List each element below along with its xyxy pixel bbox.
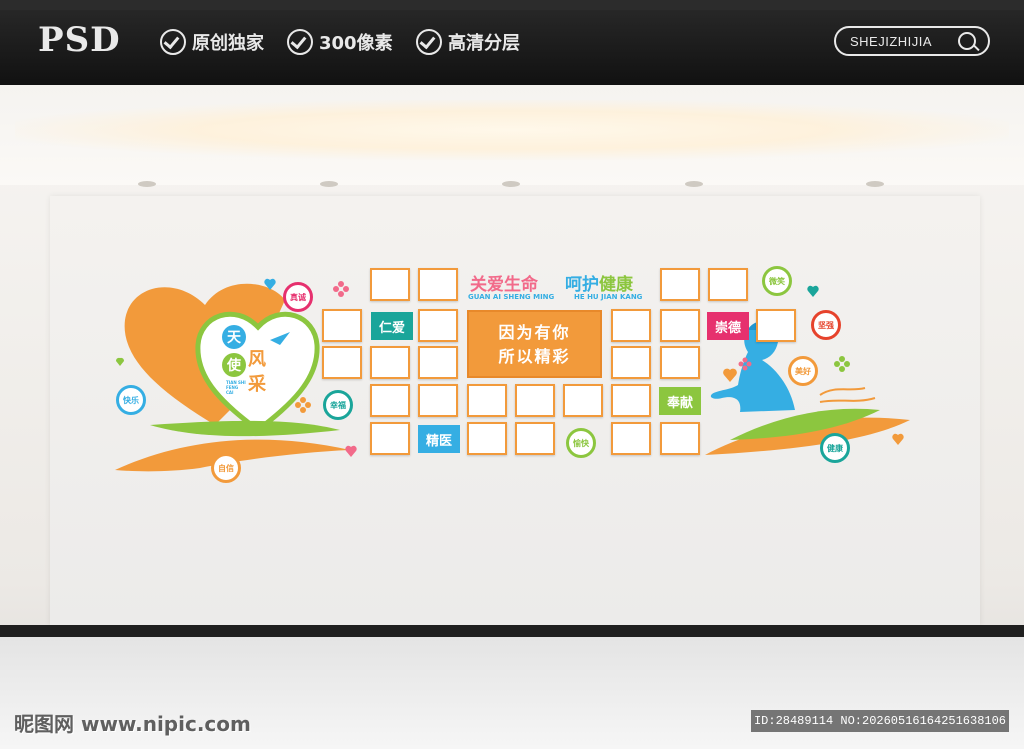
flower-decoration [295,397,311,413]
circle-weixiao: 微笑 [762,266,792,296]
photo-frame [370,268,410,301]
photo-frame [515,422,555,455]
photo-frame [611,422,651,455]
photo-frame [467,422,507,455]
photo-frame [418,309,458,342]
photo-frame [660,268,700,301]
photo-frame [515,384,555,417]
slogan-line-2: 所以精彩 [498,347,571,366]
circle-zhencheng: 真诚 [283,282,313,312]
circle-kuaile: 快乐 [116,385,146,415]
small-heart-decoration [345,445,357,457]
photo-frame [611,346,651,379]
photo-frame [660,422,700,455]
photo-frame [370,384,410,417]
photo-frame [563,384,603,417]
small-heart-decoration [892,433,904,445]
circle-xingfu: 幸福 [323,390,353,420]
cloud-swirl [819,387,876,403]
flower-decoration [333,281,349,297]
photo-frame [611,384,651,417]
circle-yukuai: 愉快 [566,428,596,458]
photo-frame [370,346,410,379]
circle-jiankang: 健康 [820,433,850,463]
green-swoosh-left [150,420,340,437]
circle-zixin: 自信 [211,453,241,483]
tag-jingyi: 精医 [418,425,460,453]
watermark-text: 昵图网 www.nipic.com [14,712,251,736]
circle-jianqiang: 坚强 [811,310,841,340]
heart-char-feng: 风 [248,349,266,370]
pinyin-right: HE HU JIAN KANG [574,293,643,301]
photo-frame [467,384,507,417]
heart-char-cai: 采 [248,374,266,395]
pinyin-left: GUAN AI SHENG MING [468,293,555,301]
small-heart-decoration [723,368,737,382]
photo-frame [418,384,458,417]
photo-frame [708,268,748,301]
photo-frame [660,346,700,379]
photo-frame [756,309,796,342]
photo-frame [370,422,410,455]
title-right: 呵护健康 [565,270,633,295]
small-heart-decoration [807,285,819,297]
tag-renai: 仁爱 [371,312,413,340]
title-right-part1: 呵护 [565,275,599,295]
heart-char-shi: 使 [222,353,246,377]
slogan-line-1: 因为有你 [498,323,571,342]
tag-chongde: 崇德 [707,312,749,340]
title-right-part2: 健康 [599,275,633,295]
small-heart-decoration [115,357,125,366]
center-slogan-box: 因为有你 所以精彩 [467,310,602,378]
image-id-badge: ID:28489114 NO:20260516164251638106 [751,710,1009,732]
photo-frame [322,346,362,379]
tag-fengxian: 奉献 [659,387,701,415]
heart-char-tian: 天 [222,325,246,349]
photo-frame [418,268,458,301]
photo-frame [322,309,362,342]
photo-frame [660,309,700,342]
photo-frame [611,309,651,342]
flower-decoration [834,356,850,372]
photo-frame [418,346,458,379]
title-left: 关爱生命 [470,275,538,295]
heart-pinyin: TIAN SHI FENG CAI [226,380,246,395]
circle-meihao: 美好 [788,356,818,386]
